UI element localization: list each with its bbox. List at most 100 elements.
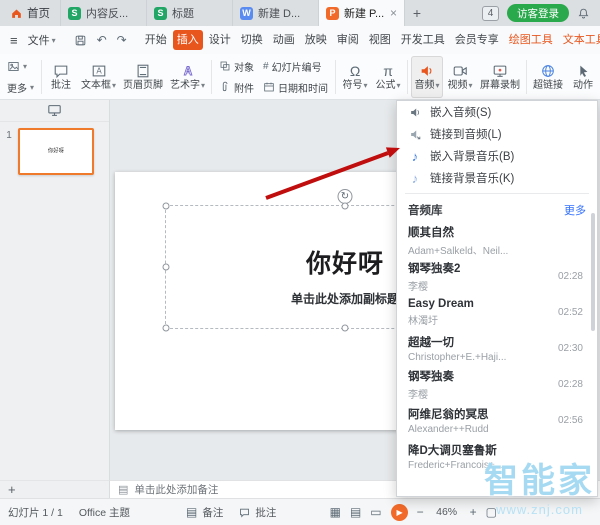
header-footer-button[interactable]: 页眉页脚	[120, 56, 166, 98]
textbox-button[interactable]: A 文本框 ▾	[78, 56, 119, 98]
slide-thumbnail[interactable]: 你好呀	[18, 128, 94, 175]
slide-sorter-view-icon[interactable]: ▤	[350, 505, 361, 519]
action-button[interactable]: 动作	[567, 56, 599, 98]
resize-handle-s[interactable]	[341, 324, 349, 332]
object-button[interactable]: 对象	[215, 57, 258, 76]
notes-icon: ▤	[118, 484, 129, 496]
track-artist: Christopher+E.+Haji...	[408, 351, 507, 363]
audio-track-row[interactable]: 降D大调贝塞鲁斯 Frederic+Francois+...	[397, 438, 597, 474]
tab-devtools[interactable]: 开发工具	[397, 30, 449, 50]
menu-item-label: 链接背景音乐(K)	[430, 173, 515, 185]
zoom-out-button[interactable]: −	[417, 505, 424, 519]
chevron-down-icon: ▾	[112, 81, 117, 90]
tab-view[interactable]: 视图	[365, 30, 395, 50]
resize-handle-nw[interactable]	[162, 202, 170, 210]
redo-icon: ↷	[116, 33, 127, 47]
menu-item-link-audio[interactable]: 链接到音频(L)	[397, 123, 597, 145]
login-button[interactable]: 访客登录	[507, 4, 569, 22]
audio-button[interactable]: 音频 ▾	[411, 55, 444, 98]
hyperlink-button[interactable]: 超链接	[530, 56, 566, 98]
home-tab[interactable]: 首页	[0, 0, 61, 26]
tab-review[interactable]: 审阅	[333, 30, 363, 50]
wordart-button[interactable]: A 艺术字 ▾	[167, 56, 208, 98]
symbol-button[interactable]: Ω 符号 ▾	[339, 56, 371, 98]
textbox-label: 文本框	[81, 80, 112, 91]
insert-ribbon: ▾ 更多 ▾ 批注 A 文本框 ▾ 页眉页脚 A 艺术字 ▾ 对象 附件 # 幻…	[0, 54, 600, 100]
wordart-icon: A	[180, 62, 196, 79]
audio-track-row[interactable]: 钢琴独奏2 李樱 02:28	[397, 258, 597, 294]
track-duration: 02:30	[557, 342, 583, 354]
slides-view-icon[interactable]	[47, 104, 62, 117]
audio-track-row[interactable]: Easy Dream 林濁圩 02:52	[397, 294, 597, 330]
redo-button[interactable]: ↷	[113, 30, 131, 50]
track-artist: Adam+Salkeld、Neil...	[408, 245, 509, 257]
doc-tab-3[interactable]: W 新建 D...	[233, 0, 319, 26]
menu-item-embed-audio[interactable]: 嵌入音频(S)	[397, 101, 597, 123]
close-icon[interactable]: ×	[390, 7, 397, 19]
doc-tab-4-active[interactable]: P 新建 P... ×	[319, 0, 405, 26]
doc-tab-2[interactable]: S 标题	[147, 0, 233, 26]
slideshow-play-button[interactable]: ▶	[390, 503, 408, 521]
bell-icon[interactable]	[577, 7, 590, 20]
theme-indicator[interactable]: Office 主题	[79, 505, 130, 520]
save-button[interactable]	[70, 30, 91, 50]
formula-button[interactable]: π 公式 ▾	[372, 56, 404, 98]
chevron-down-icon: ▾	[363, 81, 368, 90]
notes-toggle[interactable]: ▤ 备注	[186, 505, 223, 520]
audio-dropdown-menu: 嵌入音频(S) 链接到音频(L) ♪ 嵌入背景音乐(B) ♪ 链接背景音乐(K)…	[396, 100, 598, 497]
video-button[interactable]: 视频 ▾	[444, 56, 476, 98]
tab-insert[interactable]: 插入	[172, 30, 203, 50]
doc-tab-label: 内容反...	[86, 8, 129, 20]
slides-panel: 1 你好呀	[0, 100, 110, 480]
new-tab-button[interactable]: +	[405, 0, 429, 26]
track-artist: Frederic+Francois+...	[408, 459, 504, 471]
attachment-button[interactable]: 附件	[215, 78, 258, 97]
divider	[335, 59, 337, 94]
tab-animation[interactable]: 动画	[269, 30, 299, 50]
more-button[interactable]: 更多 ▾	[3, 78, 38, 97]
tab-member[interactable]: 会员专享	[451, 30, 503, 50]
more-link[interactable]: 更多	[564, 202, 586, 218]
audio-track-row[interactable]: 阿维尼翁的冥思 Alexander++Rudd 02:56	[397, 402, 597, 438]
omega-icon: Ω	[349, 62, 361, 79]
tab-design[interactable]: 设计	[205, 30, 235, 50]
datetime-button[interactable]: 日期和时间	[259, 78, 332, 97]
normal-view-icon[interactable]: ▦	[330, 505, 341, 519]
paperclip-icon	[219, 81, 231, 93]
audio-track-row[interactable]: 顺其自然 Adam+Salkeld、Neil...	[397, 222, 597, 258]
hamburger-menu-button[interactable]: ≡	[6, 30, 22, 50]
object-icon	[219, 60, 231, 72]
reading-view-icon[interactable]: ▭	[370, 505, 381, 519]
file-menu-button[interactable]: 文件 ▾	[24, 30, 60, 50]
fit-slide-button[interactable]: ▢	[486, 505, 497, 519]
zoom-in-button[interactable]: +	[470, 505, 477, 519]
menu-item-link-background-music[interactable]: ♪ 链接背景音乐(K)	[397, 167, 597, 189]
track-title: 降D大调贝塞鲁斯	[408, 444, 497, 457]
tab-drawing-tools[interactable]: 绘图工具	[505, 30, 557, 50]
comment-icon	[239, 507, 250, 518]
tab-list-button[interactable]: 4	[482, 5, 499, 21]
audio-track-row[interactable]: 超越一切 Christopher+E.+Haji... 02:30	[397, 330, 597, 366]
dropdown-scrollbar[interactable]	[591, 213, 595, 331]
insert-image-button[interactable]: ▾	[3, 57, 38, 76]
audio-track-row[interactable]: 钢琴独奏 李樱 02:28	[397, 366, 597, 402]
undo-button[interactable]: ↶	[93, 30, 111, 50]
comments-toggle[interactable]: 批注	[239, 505, 276, 520]
comment-button[interactable]: 批注	[45, 56, 77, 98]
slide-number-button[interactable]: # 幻灯片编号	[259, 57, 332, 76]
chevron-down-icon: ▾	[23, 61, 28, 71]
screen-record-button[interactable]: 屏幕录制	[477, 56, 523, 98]
zoom-level[interactable]: 46%	[433, 506, 461, 518]
menu-item-embed-background-music[interactable]: ♪ 嵌入背景音乐(B)	[397, 145, 597, 167]
tab-start[interactable]: 开始	[141, 30, 171, 50]
audio-label: 音频	[414, 80, 435, 91]
resize-handle-sw[interactable]	[162, 324, 170, 332]
doc-tab-1[interactable]: S 内容反...	[61, 0, 147, 26]
tab-transition[interactable]: 切换	[237, 30, 267, 50]
tab-slideshow[interactable]: 放映	[301, 30, 331, 50]
comment-label: 批注	[51, 80, 72, 91]
file-menu-label: 文件	[27, 35, 50, 47]
new-slide-button[interactable]: +	[8, 483, 16, 496]
resize-handle-n[interactable]	[341, 202, 349, 210]
tab-text-tools[interactable]: 文本工具	[559, 30, 600, 50]
